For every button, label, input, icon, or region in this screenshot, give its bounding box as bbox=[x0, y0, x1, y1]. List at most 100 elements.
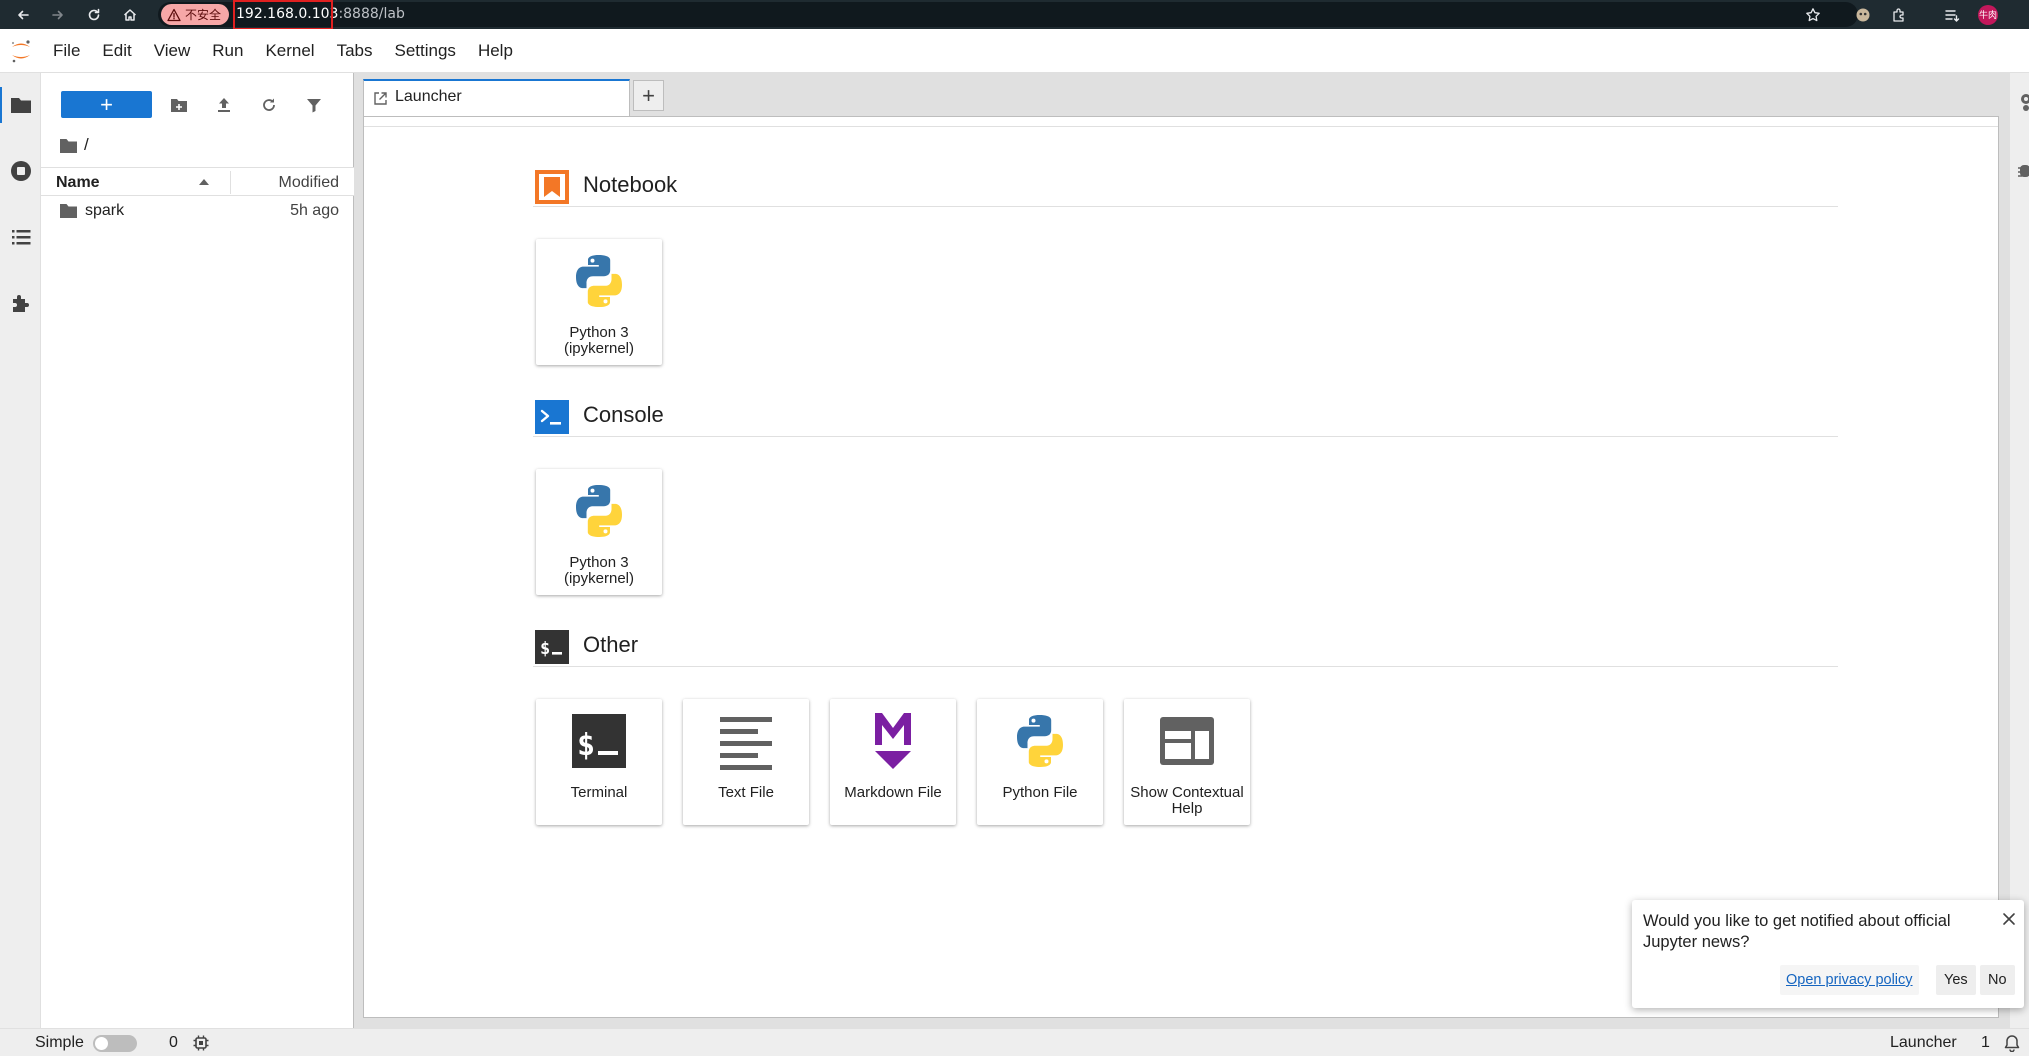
markdown-icon bbox=[875, 713, 911, 769]
home-icon[interactable] bbox=[115, 0, 145, 29]
menu-tabs[interactable]: Tabs bbox=[326, 29, 384, 73]
launcher-card-markdown-file[interactable]: Markdown File bbox=[830, 699, 956, 825]
kernel-chip-icon[interactable] bbox=[192, 1034, 210, 1052]
running-sessions-stop-icon[interactable] bbox=[6, 156, 36, 186]
card-label: Python 3 (ipykernel) bbox=[563, 554, 635, 587]
column-divider[interactable] bbox=[230, 171, 231, 194]
profile-avatar[interactable]: 牛肉 bbox=[1973, 0, 2003, 29]
text-file-icon bbox=[720, 717, 772, 770]
section-title: Other bbox=[583, 632, 639, 657]
svg-text:$: $ bbox=[540, 639, 550, 659]
menu-file[interactable]: File bbox=[42, 29, 91, 73]
file-name: spark bbox=[85, 202, 125, 219]
file-browser-panel: + / Name Modified spark 5h ago bbox=[41, 73, 354, 1028]
notification-no-button[interactable]: No bbox=[1980, 965, 2015, 995]
launcher-card-console-python3[interactable]: Python 3 (ipykernel) bbox=[536, 469, 662, 595]
left-activity-bar bbox=[0, 73, 41, 1028]
launcher-card-text-file[interactable]: Text File bbox=[683, 699, 809, 825]
upload-icon[interactable] bbox=[209, 91, 239, 119]
file-list-item[interactable]: spark 5h ago bbox=[41, 196, 354, 225]
terminal-icon: $ bbox=[572, 714, 626, 768]
open-privacy-policy-link[interactable]: Open privacy policy bbox=[1780, 965, 1919, 995]
section-title: Console bbox=[583, 402, 664, 427]
contextual-help-icon bbox=[1160, 717, 1214, 765]
menu-edit[interactable]: Edit bbox=[91, 29, 142, 73]
property-inspector-gear-icon[interactable] bbox=[2014, 93, 2029, 113]
python-logo-icon bbox=[576, 255, 622, 307]
close-icon[interactable] bbox=[2001, 911, 2017, 927]
tab-bar: Launcher + bbox=[354, 73, 2009, 122]
breadcrumb-folder-icon[interactable] bbox=[59, 137, 78, 154]
new-folder-icon[interactable] bbox=[164, 91, 194, 119]
simple-mode-label: Simple bbox=[35, 1034, 84, 1051]
active-document-label: Launcher bbox=[1890, 1034, 1957, 1051]
debugger-bug-icon[interactable] bbox=[2014, 161, 2029, 181]
profile-label: 牛肉 bbox=[1978, 4, 1998, 25]
status-bar: Simple 0 Launcher 1 bbox=[0, 1028, 2029, 1056]
simple-mode-toggle[interactable] bbox=[93, 1035, 137, 1052]
browser-toolbar: 不安全 192.168.0.103:8888/lab 牛肉 bbox=[0, 0, 2029, 30]
toggle-knob bbox=[95, 1037, 108, 1050]
file-browser-folder-icon[interactable] bbox=[6, 90, 36, 120]
insecure-badge[interactable]: 不安全 bbox=[161, 4, 230, 25]
url-highlight-box bbox=[233, 0, 333, 30]
card-label: Show Contextual Help bbox=[1130, 784, 1244, 817]
kernel-count[interactable]: 0 bbox=[169, 1029, 178, 1056]
launcher-card-contextual-help[interactable]: Show Contextual Help bbox=[1124, 699, 1250, 825]
back-arrow-icon[interactable] bbox=[8, 0, 38, 29]
table-of-contents-icon[interactable] bbox=[6, 222, 36, 252]
jupyter-menubar: File Edit View Run Kernel Tabs Settings … bbox=[0, 29, 2029, 73]
card-label: Python File bbox=[1002, 784, 1078, 801]
launch-icon bbox=[374, 92, 387, 105]
launcher-card-terminal[interactable]: $ Terminal bbox=[536, 699, 662, 825]
menu-settings[interactable]: Settings bbox=[384, 29, 467, 73]
section-header: Console bbox=[533, 397, 1838, 437]
reading-list-icon[interactable] bbox=[1937, 0, 1967, 29]
launcher-card-python-file[interactable]: Python File bbox=[977, 699, 1103, 825]
menu-items: File Edit View Run Kernel Tabs Settings … bbox=[42, 29, 524, 73]
notification-message: Would you like to get notified about off… bbox=[1643, 912, 1951, 951]
warning-icon bbox=[167, 8, 181, 21]
menu-help[interactable]: Help bbox=[467, 29, 524, 73]
tab-launcher[interactable]: Launcher bbox=[363, 79, 630, 116]
other-section-terminal-icon: $ bbox=[535, 630, 569, 664]
active-indicator bbox=[0, 87, 2, 123]
new-launcher-button[interactable]: + bbox=[61, 91, 152, 118]
news-notification-toast: Would you like to get notified about off… bbox=[1632, 900, 2024, 1008]
address-bar[interactable] bbox=[158, 2, 1858, 27]
refresh-icon[interactable] bbox=[254, 91, 284, 119]
insecure-label: 不安全 bbox=[185, 8, 222, 22]
column-header-modified[interactable]: Modified bbox=[279, 168, 339, 197]
python-logo-icon bbox=[1017, 715, 1063, 767]
sort-ascending-icon bbox=[199, 179, 209, 185]
card-label: Python 3 (ipykernel) bbox=[563, 324, 635, 357]
card-label: Text File bbox=[718, 784, 774, 801]
notebook-section-icon bbox=[535, 170, 569, 204]
launcher-panel: Notebook Python 3 (ipykernel) Console Py… bbox=[363, 116, 1999, 1018]
file-modified: 5h ago bbox=[290, 202, 339, 219]
extensions-puzzle-icon[interactable] bbox=[1884, 0, 1914, 29]
extension-manager-puzzle-icon[interactable] bbox=[6, 288, 36, 318]
launcher-card-notebook-python3[interactable]: Python 3 (ipykernel) bbox=[536, 239, 662, 365]
jupyter-logo-icon bbox=[11, 40, 30, 63]
breadcrumb-root[interactable]: / bbox=[84, 135, 89, 155]
notification-yes-button[interactable]: Yes bbox=[1936, 965, 1976, 995]
reload-icon[interactable] bbox=[79, 0, 109, 29]
right-activity-bar bbox=[2009, 73, 2029, 1028]
launcher-top-divider bbox=[364, 126, 1998, 127]
add-tab-button[interactable]: + bbox=[633, 80, 664, 111]
menu-view[interactable]: View bbox=[143, 29, 202, 73]
menu-run[interactable]: Run bbox=[201, 29, 254, 73]
bell-icon[interactable] bbox=[2003, 1034, 2021, 1052]
main-dock-area: Launcher + Notebook Python 3 (ipykernel) bbox=[354, 73, 2009, 1028]
column-header-name[interactable]: Name bbox=[56, 168, 100, 197]
menu-kernel[interactable]: Kernel bbox=[254, 29, 325, 73]
url-path: :8888/lab bbox=[338, 6, 405, 22]
bookmark-star-icon[interactable] bbox=[1798, 0, 1828, 29]
section-header: Notebook bbox=[533, 167, 1838, 207]
filter-icon[interactable] bbox=[299, 91, 329, 119]
python-logo-icon bbox=[576, 485, 622, 537]
notification-count[interactable]: 1 bbox=[1981, 1029, 1990, 1056]
extension-avatar-icon[interactable] bbox=[1848, 0, 1878, 29]
forward-arrow-icon[interactable] bbox=[43, 0, 73, 29]
